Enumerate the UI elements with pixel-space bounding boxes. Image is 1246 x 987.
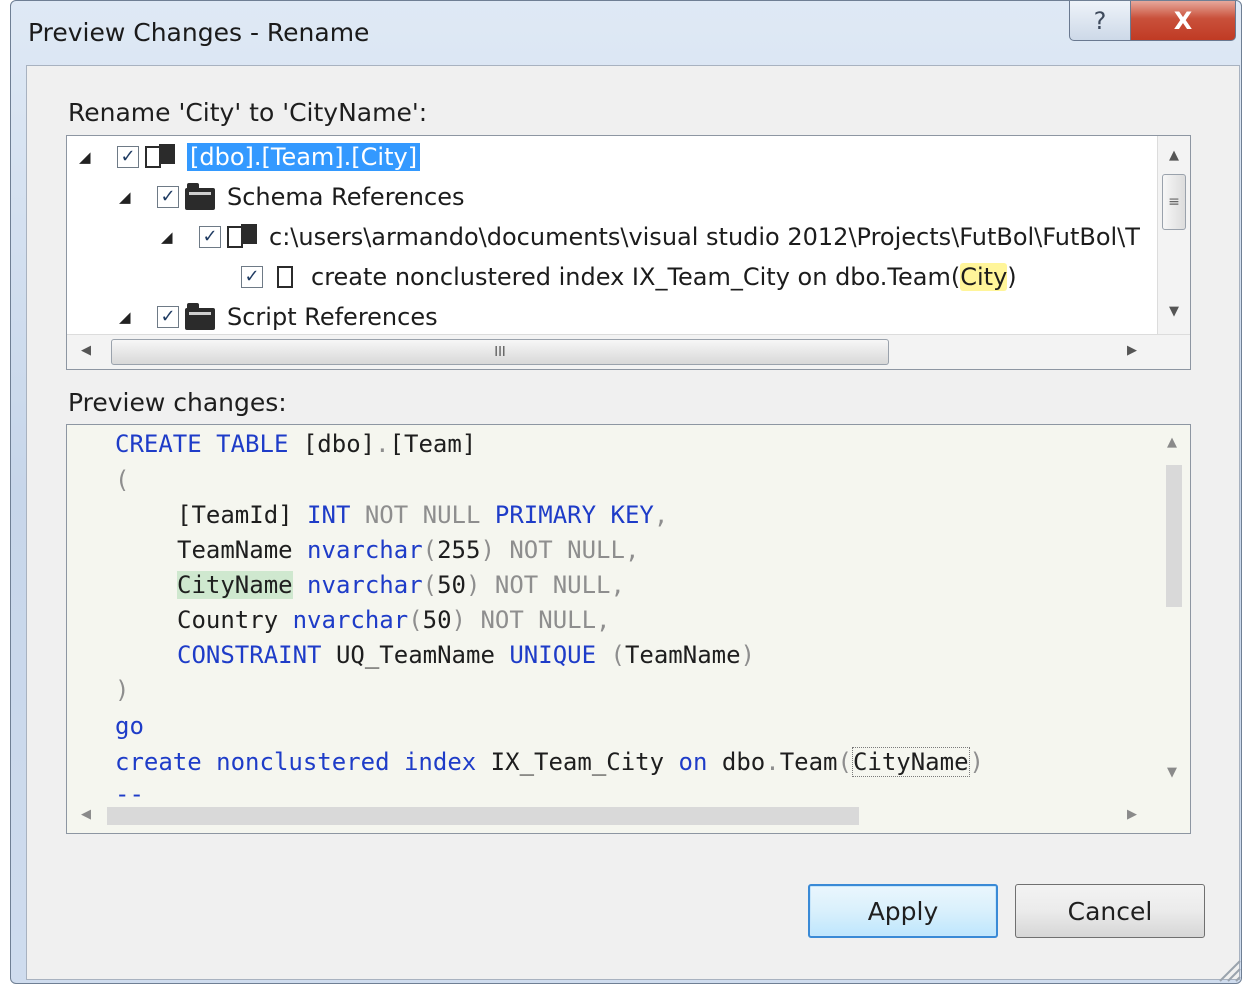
apply-button[interactable]: Apply [808, 884, 998, 938]
help-button[interactable]: ? [1069, 1, 1131, 41]
grip-icon: III [494, 344, 506, 360]
scroll-down-arrow-icon[interactable]: ▼ [1158, 304, 1190, 319]
tree-checkbox[interactable]: ✓ [117, 146, 139, 168]
scroll-up-arrow-icon[interactable]: ▲ [1158, 148, 1190, 163]
tree-checkbox[interactable]: ✓ [241, 266, 263, 288]
tree-row-label: [dbo].[Team].[City] [187, 143, 421, 171]
tree-checkbox[interactable]: ✓ [157, 186, 179, 208]
checkmark-icon: ✓ [160, 306, 176, 327]
code-line: ) [115, 676, 130, 704]
scroll-down-arrow-icon[interactable]: ▼ [1156, 765, 1188, 780]
code-line: ( [115, 466, 130, 494]
references-tree[interactable]: ◢ ✓ [dbo].[Team].[City] ◢ ✓ Schema Refer… [66, 135, 1191, 370]
tree-row-column[interactable]: ◢ ✓ [dbo].[Team].[City] [79, 138, 421, 176]
checkmark-icon: ✓ [160, 186, 176, 207]
checkmark-icon: ✓ [202, 226, 218, 247]
scroll-up-arrow-icon[interactable]: ▲ [1156, 435, 1188, 450]
tree-row-label-suffix: ) [1007, 263, 1017, 291]
code-line: Country nvarchar(50) NOT NULL, [177, 606, 611, 634]
expander-icon[interactable]: ◢ [119, 308, 143, 326]
tree-row-script-references[interactable]: ◢ ✓ Script References [119, 298, 438, 336]
tree-row-label: Script References [227, 303, 438, 331]
file-icon [227, 224, 259, 250]
checkmark-icon: ✓ [244, 266, 260, 287]
changed-identifier: CityName [177, 571, 293, 599]
tree-row-label-prefix: create nonclustered index IX_Team_City o… [311, 263, 961, 291]
tree-row-file-path[interactable]: ◢ ✓ c:\users\armando\documents\visual st… [161, 218, 1151, 256]
code-line: create nonclustered index IX_Team_City o… [115, 747, 984, 777]
scroll-right-arrow-icon[interactable]: ▶ [1117, 343, 1147, 358]
tree-vertical-scrollbar[interactable]: ▲ ≡ ▼ [1157, 136, 1190, 334]
tree-horizontal-scrollbar[interactable]: ◀ III ▶ [67, 334, 1190, 369]
close-icon: X [1173, 6, 1193, 35]
vertical-scroll-thumb[interactable] [1166, 465, 1182, 607]
scroll-right-arrow-icon[interactable]: ▶ [1117, 807, 1147, 822]
folder-icon [185, 183, 217, 210]
changed-identifier-box: CityName [851, 747, 970, 777]
tree-row-schema-references[interactable]: ◢ ✓ Schema References [119, 178, 464, 216]
help-icon: ? [1093, 6, 1107, 35]
tree-row-label: Schema References [227, 183, 465, 211]
window-title: Preview Changes - Rename [28, 18, 370, 47]
vertical-scroll-thumb[interactable]: ≡ [1162, 174, 1186, 230]
rename-label: Rename 'City' to 'CityName': [68, 98, 428, 127]
resize-grip-icon[interactable] [1212, 953, 1242, 983]
highlighted-match: City [960, 263, 1008, 291]
code-line: [TeamId] INT NOT NULL PRIMARY KEY, [177, 501, 669, 529]
grip-icon: ≡ [1168, 194, 1180, 210]
scroll-left-arrow-icon[interactable]: ◀ [71, 343, 101, 358]
scroll-left-arrow-icon[interactable]: ◀ [71, 807, 101, 822]
expander-icon[interactable]: ◢ [119, 188, 143, 206]
script-icon [269, 264, 301, 290]
preview-vertical-scrollbar[interactable]: ▲ ▼ [1156, 425, 1190, 801]
code-line: -- [115, 780, 144, 797]
horizontal-scroll-thumb[interactable] [107, 807, 859, 825]
tree-checkbox[interactable]: ✓ [199, 226, 221, 248]
preview-label: Preview changes: [68, 388, 287, 417]
code-line: CREATE TABLE [dbo].[Team] [115, 430, 477, 458]
checkmark-icon: ✓ [120, 146, 136, 167]
preview-horizontal-scrollbar[interactable]: ◀ ▶ [67, 799, 1190, 833]
tree-row-index-script[interactable]: ✓ create nonclustered index IX_Team_City… [227, 258, 1017, 296]
tree-checkbox[interactable]: ✓ [157, 306, 179, 328]
database-object-icon [145, 144, 177, 170]
preview-code-pane[interactable]: CREATE TABLE [dbo].[Team] ( [TeamId] INT… [66, 424, 1191, 834]
code-line: TeamName nvarchar(255) NOT NULL, [177, 536, 640, 564]
code-line-changed: CityName nvarchar(50) NOT NULL, [177, 571, 625, 599]
close-button[interactable]: X [1130, 1, 1236, 41]
code-line: CONSTRAINT UQ_TeamName UNIQUE (TeamName) [177, 641, 755, 669]
expander-icon[interactable]: ◢ [79, 148, 103, 166]
horizontal-scroll-thumb[interactable]: III [111, 339, 889, 365]
folder-icon [185, 303, 217, 330]
cancel-button[interactable]: Cancel [1015, 884, 1205, 938]
expander-icon[interactable]: ◢ [161, 228, 185, 246]
tree-row-label: c:\users\armando\documents\visual studio… [269, 223, 1140, 251]
code-line: go [115, 712, 144, 740]
